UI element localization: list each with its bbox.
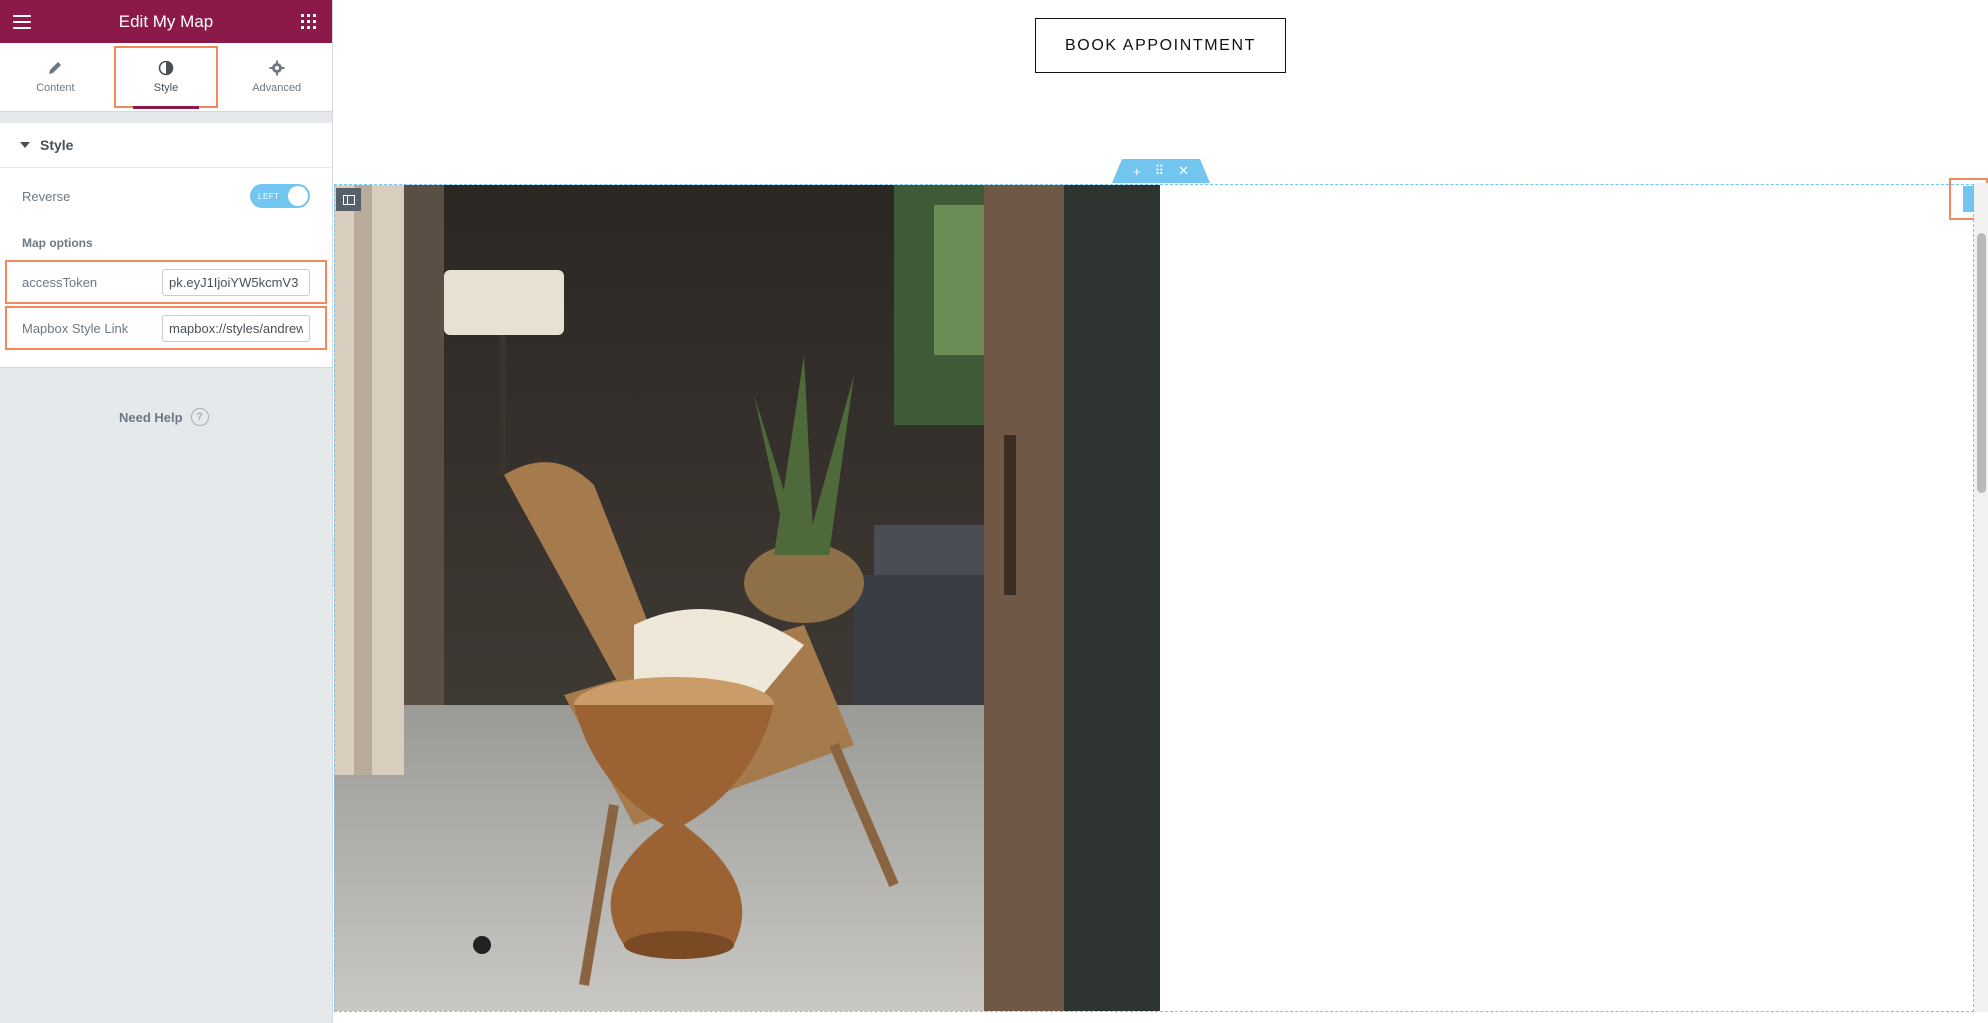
tab-label: Content — [36, 82, 75, 94]
panel-body: Style Reverse LEFT Map options accessTok… — [0, 122, 332, 368]
drag-section-icon[interactable]: ⠿ — [1155, 163, 1165, 179]
tab-label: Style — [153, 82, 179, 94]
style-link-control: Mapbox Style Link — [5, 306, 327, 350]
menu-icon[interactable] — [13, 14, 31, 29]
scrollbar-thumb[interactable] — [1977, 233, 1986, 493]
reverse-control: Reverse LEFT — [0, 168, 332, 224]
style-link-label: Mapbox Style Link — [22, 320, 129, 336]
map-options-heading: Map options — [22, 236, 93, 250]
tab-content[interactable]: Content — [0, 43, 111, 111]
preview-canvas: BOOK APPOINTMENT + ⠿ ✕ — [334, 0, 1988, 1023]
access-token-control: accessToken — [5, 260, 327, 304]
canvas-scrollbar[interactable] — [1974, 183, 1988, 1012]
contrast-icon — [158, 60, 174, 76]
editor-sidebar: Edit My Map Content Style Advanced Style… — [0, 0, 333, 1023]
access-token-label: accessToken — [22, 274, 98, 290]
pencil-icon — [49, 62, 62, 74]
sidebar-header: Edit My Map — [0, 0, 332, 43]
apps-grid-icon[interactable] — [300, 14, 316, 29]
reverse-toggle[interactable]: LEFT — [250, 184, 310, 208]
style-link-input[interactable] — [162, 314, 310, 342]
section-toggle-style[interactable]: Style — [0, 122, 332, 168]
add-section-icon[interactable]: + — [1133, 164, 1141, 179]
tab-advanced[interactable]: Advanced — [221, 43, 332, 111]
toggle-knob — [288, 186, 308, 206]
toggle-text: LEFT — [258, 191, 280, 201]
caret-down-icon — [20, 142, 30, 148]
help-icon: ? — [190, 408, 209, 426]
access-token-input[interactable] — [162, 268, 310, 296]
panel-spacer — [0, 354, 332, 368]
need-help-link[interactable]: Need Help ? — [119, 408, 209, 426]
tab-label: Advanced — [252, 82, 302, 94]
section-title: Style — [40, 137, 74, 153]
section-outline — [334, 184, 1974, 1012]
panel-tabs: Content Style Advanced — [0, 43, 332, 112]
need-help-label: Need Help — [119, 409, 183, 425]
delete-section-icon[interactable]: ✕ — [1178, 163, 1189, 179]
tab-style[interactable]: Style — [111, 43, 222, 111]
column-icon — [342, 194, 355, 205]
section-toolbar: + ⠿ ✕ — [1112, 159, 1210, 183]
map-marker-fill — [1962, 186, 1975, 212]
column-handle[interactable] — [336, 188, 361, 211]
gear-icon — [269, 60, 285, 76]
reverse-label: Reverse — [22, 188, 71, 204]
panel-title: Edit My Map — [118, 11, 214, 31]
book-appointment-button[interactable]: BOOK APPOINTMENT — [1035, 18, 1286, 73]
